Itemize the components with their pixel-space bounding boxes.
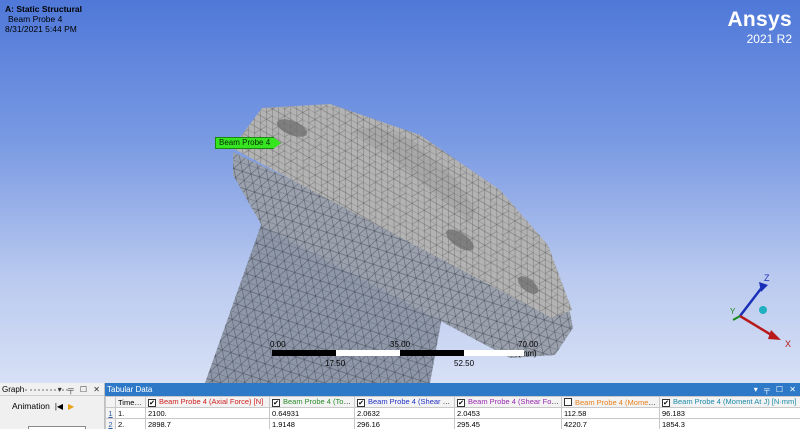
tabular-data-table: Time [s] ✔ Beam Probe 4 (Axial Force) [N] ✔…: [105, 396, 800, 429]
table-cell[interactable]: 295.45: [454, 418, 562, 429]
column-visibility-checkbox[interactable]: ✔: [457, 399, 465, 407]
table-cell[interactable]: 2100.: [145, 407, 270, 419]
graph-panel-title: Graph: [2, 385, 25, 394]
graph-panel-header[interactable]: Graph ▾ ╤ ☐ ✕: [0, 383, 104, 396]
table-row[interactable]: 1 1. 2100. 0.64931 2.0632 2.0453 112.58 96.183: [105, 407, 800, 419]
axis-y-label: Y: [730, 307, 736, 316]
graph-panel-controls[interactable]: ▾ ╤ ☐ ✕: [58, 383, 102, 396]
table-cell[interactable]: 2.0632: [354, 407, 455, 419]
column-header[interactable]: ✔Beam Probe 4 (Shear Force At J) [N]: [454, 396, 562, 408]
column-visibility-checkbox[interactable]: ✔: [662, 399, 670, 407]
table-cell[interactable]: 2898.7: [145, 418, 270, 429]
scale-segment-black-2: [400, 350, 464, 356]
scale-segment-white-2: [464, 350, 524, 356]
animation-label: Animation: [12, 401, 50, 411]
table-cell[interactable]: 4220.7: [561, 418, 660, 429]
table-cell[interactable]: 296.16: [354, 418, 455, 429]
column-header[interactable]: ✔Beam Probe 4 (Torque) [N·mm]: [269, 396, 355, 408]
column-visibility-checkbox[interactable]: ✔: [148, 399, 156, 407]
table-cell[interactable]: 1.: [115, 407, 146, 419]
play-button[interactable]: ▶: [68, 402, 74, 411]
column-header-label: Beam Probe 4 (Shear Force At I) [N]: [368, 397, 454, 407]
scale-segment-white-1: [336, 350, 400, 356]
tabular-data-panel: Tabular Data ▾ ╤ ☐ ✕ Time [s] ✔ Beam Probe…: [105, 383, 800, 429]
column-header-label: Beam Probe 4 (Axial Force) [N]: [159, 397, 264, 407]
play-icon: ▶: [68, 401, 75, 411]
scale-tick-0: 0.00: [270, 340, 286, 349]
column-header-label: Beam Probe 4 (Moment At J) [N·mm]: [673, 397, 797, 407]
graphics-viewport[interactable]: A: Static Structural Beam Probe 4 8/31/2…: [0, 0, 800, 383]
column-visibility-checkbox[interactable]: ✔: [272, 399, 280, 407]
column-visibility-checkbox[interactable]: [564, 397, 572, 406]
tabular-panel-title: Tabular Data: [107, 385, 153, 394]
table-cell[interactable]: 2.: [115, 418, 146, 429]
scale-tick-mid-1: 52.50: [454, 359, 475, 368]
row-number[interactable]: 1: [105, 407, 116, 419]
row-number-header: [105, 396, 116, 408]
animation-toolbar: Animation |◀ ▶: [0, 396, 104, 416]
column-header-label: Beam Probe 4 (Shear Force At J) [N]: [468, 397, 562, 407]
column-header[interactable]: Time [s]: [115, 396, 146, 408]
axis-z-label: Z: [764, 273, 770, 283]
table-cell[interactable]: 1854.3: [659, 418, 800, 429]
tabular-panel-header[interactable]: Tabular Data ▾ ╤ ☐ ✕: [105, 383, 800, 396]
column-header[interactable]: ✔ Beam Probe 4 (Axial Force) [N]: [145, 396, 270, 408]
scale-tick-1: 35.00: [390, 340, 411, 349]
column-header-label: Time [s]: [118, 397, 145, 407]
table-cell[interactable]: 96.183: [659, 407, 800, 419]
table-cell[interactable]: 2.0453: [454, 407, 562, 419]
table-row[interactable]: 2 2. 2898.7 1.9148 296.16 295.45 4220.7 1854.3: [105, 418, 800, 429]
flange-mesh-model[interactable]: [0, 0, 800, 383]
column-header[interactable]: ✔ Beam Probe 4 (Moment At J) [N·mm]: [659, 396, 800, 408]
table-cell[interactable]: 112.58: [561, 407, 660, 419]
row-number[interactable]: 2: [105, 418, 116, 429]
column-header-label: Beam Probe 4 (Torque) [N·mm]: [283, 397, 355, 407]
first-frame-icon: ◀: [56, 401, 64, 411]
column-header[interactable]: Beam Probe 4 (Moment At I) [N·mm]: [561, 396, 660, 408]
axis-x-label: X: [785, 339, 791, 348]
scale-ruler: 0.00 35.00 70.00 (mm) 17.50 52.50: [270, 340, 540, 370]
table-header-row: Time [s] ✔ Beam Probe 4 (Axial Force) [N] ✔…: [105, 396, 800, 408]
scale-segment-black-1: [272, 350, 336, 356]
table-cell[interactable]: 0.64931: [269, 407, 355, 419]
scale-tick-mid-0: 17.50: [325, 359, 346, 368]
axis-triad[interactable]: Z X Y: [715, 268, 800, 348]
tabular-panel-controls[interactable]: ▾ ╤ ☐ ✕: [754, 383, 798, 396]
first-frame-button[interactable]: |◀: [55, 402, 63, 411]
graph-panel: Graph ▾ ╤ ☐ ✕ Animation |◀ ▶: [0, 383, 105, 429]
beam-probe-annotation[interactable]: Beam Probe 4: [215, 137, 282, 149]
table-cell[interactable]: 1.9148: [269, 418, 355, 429]
column-header-label: Beam Probe 4 (Moment At I) [N·mm]: [575, 397, 659, 407]
column-header[interactable]: ✔Beam Probe 4 (Shear Force At I) [N]: [354, 396, 455, 408]
column-visibility-checkbox[interactable]: ✔: [357, 399, 365, 407]
